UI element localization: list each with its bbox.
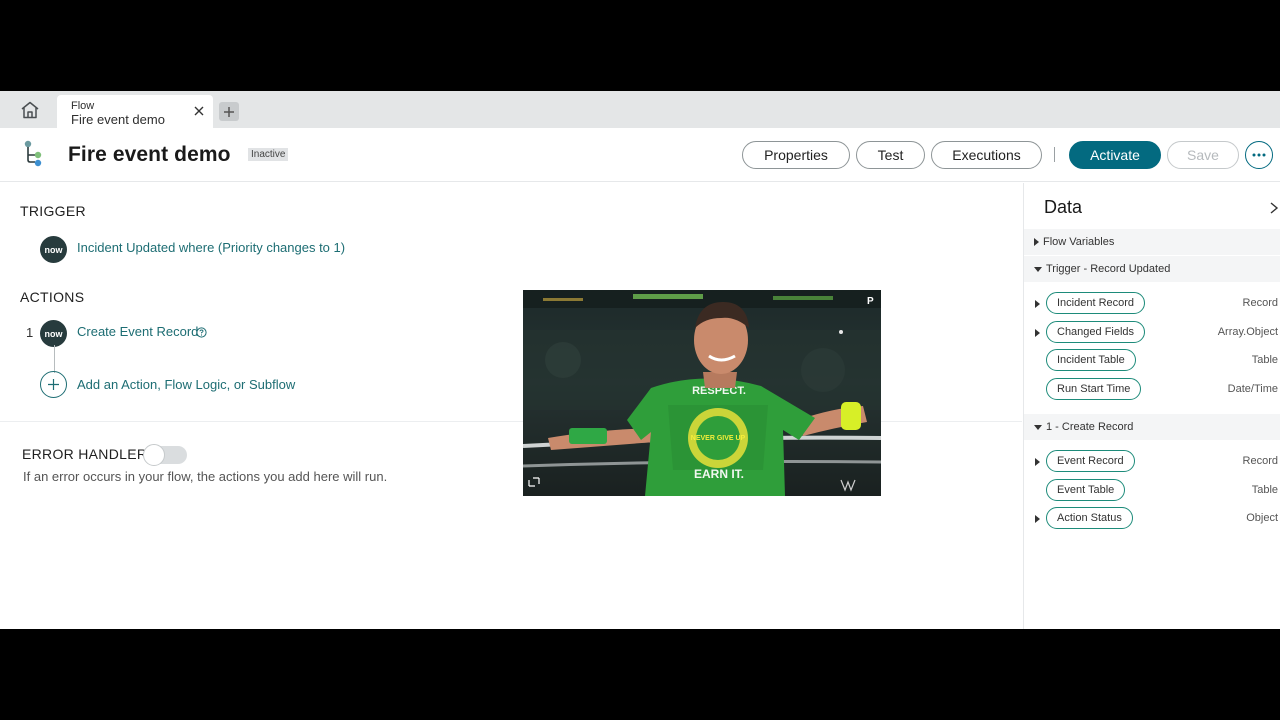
data-type-label: Table	[1251, 484, 1278, 496]
save-button[interactable]: Save	[1167, 141, 1239, 169]
data-panel: Data Flow Variables Trigger - Record Upd…	[1023, 183, 1280, 629]
tab-type-label: Flow	[71, 100, 95, 112]
data-group-label: Flow Variables	[1043, 236, 1115, 248]
data-type-label: Date/Time	[1227, 383, 1278, 395]
data-group-label: Trigger - Record Updated	[1046, 263, 1171, 275]
trigger-section-label: TRIGGER	[20, 203, 86, 219]
shirt-text-mid: NEVER GIVE UP	[691, 435, 746, 442]
data-pill-incident-record[interactable]: Incident Record	[1046, 292, 1146, 314]
data-group-trigger[interactable]: Trigger - Record Updated	[1024, 256, 1280, 282]
data-group-label: 1 - Create Record	[1046, 421, 1134, 433]
tab-fire-event-demo[interactable]: Flow Fire event demo	[57, 95, 213, 129]
flow-connector	[54, 345, 55, 373]
new-tab-button[interactable]	[219, 102, 239, 121]
header-divider	[1054, 147, 1055, 162]
tab-name-label: Fire event demo	[71, 112, 165, 127]
add-action-link[interactable]: Add an Action, Flow Logic, or Subflow	[77, 377, 295, 392]
error-handler-label: ERROR HANDLER	[22, 446, 148, 462]
flow-designer-app: Flow Fire event demo Fire event demo Ina…	[0, 91, 1280, 629]
data-pill-incident-table[interactable]: Incident Table	[1046, 349, 1136, 371]
page-title: Fire event demo	[68, 143, 231, 166]
data-pill-event-table[interactable]: Event Table	[1046, 479, 1126, 501]
data-pill-run-start-time[interactable]: Run Start Time	[1046, 378, 1142, 400]
action-step-number: 1	[26, 325, 34, 340]
svg-text:P: P	[867, 296, 874, 307]
data-pill-action-status[interactable]: Action Status	[1046, 507, 1133, 529]
data-type-label: Table	[1251, 354, 1278, 366]
data-type-label: Array.Object	[1217, 326, 1278, 338]
plus-icon	[48, 379, 59, 390]
video-frame: RESPECT. NEVER GIVE UP EARN IT. P	[523, 290, 881, 496]
caret-right-icon[interactable]	[1035, 458, 1040, 466]
data-group-create-record[interactable]: 1 - Create Record	[1024, 414, 1280, 440]
data-item-row: Incident Table Table	[1024, 349, 1280, 373]
data-pill-changed-fields[interactable]: Changed Fields	[1046, 321, 1146, 343]
more-icon	[1252, 153, 1266, 157]
plus-icon	[224, 106, 234, 117]
close-icon[interactable]	[193, 105, 205, 117]
add-action-button[interactable]	[40, 371, 67, 398]
caret-right-icon[interactable]	[1035, 515, 1040, 523]
data-group-flow-variables[interactable]: Flow Variables	[1024, 229, 1280, 255]
data-item-row: Incident Record Record	[1024, 292, 1280, 316]
data-type-label: Record	[1242, 297, 1278, 309]
caret-right-icon[interactable]	[1035, 300, 1040, 308]
action-create-event-record[interactable]: Create Event Record	[77, 324, 198, 339]
flow-header: Fire event demo Inactive Properties Test…	[0, 128, 1280, 182]
data-item-row: Event Table Table	[1024, 479, 1280, 503]
now-badge-icon: now	[40, 236, 67, 263]
data-item-row: Event Record Record	[1024, 450, 1280, 474]
more-options-button[interactable]	[1245, 141, 1273, 169]
data-item-row: Changed Fields Array.Object	[1024, 321, 1280, 345]
data-type-label: Object	[1246, 512, 1278, 524]
home-icon	[21, 101, 39, 119]
caret-down-icon	[1034, 424, 1042, 430]
status-badge: Inactive	[248, 148, 289, 161]
home-button[interactable]	[10, 97, 50, 123]
toggle-knob	[143, 444, 165, 466]
caret-down-icon	[1034, 266, 1042, 272]
data-panel-title: Data	[1044, 197, 1083, 217]
trigger-link[interactable]: Incident Updated where (Priority changes…	[77, 240, 345, 255]
caret-right-icon	[1034, 238, 1039, 246]
now-badge-icon: now	[40, 320, 67, 347]
caret-right-icon[interactable]	[1035, 329, 1040, 337]
data-type-label: Record	[1242, 455, 1278, 467]
video-overlay[interactable]: RESPECT. NEVER GIVE UP EARN IT. P	[523, 290, 881, 496]
error-handler-toggle[interactable]	[143, 444, 187, 466]
tab-bar: Flow Fire event demo	[0, 91, 1280, 129]
flow-icon	[24, 140, 42, 167]
properties-button[interactable]: Properties	[742, 141, 850, 169]
activate-button[interactable]: Activate	[1069, 141, 1161, 169]
shirt-text-bottom: EARN IT.	[694, 467, 744, 481]
chevron-right-icon[interactable]	[1268, 201, 1280, 215]
test-button[interactable]: Test	[856, 141, 925, 169]
actions-section-label: ACTIONS	[20, 289, 85, 305]
data-pill-event-record[interactable]: Event Record	[1046, 450, 1135, 472]
data-item-row: Action Status Object	[1024, 507, 1280, 531]
error-handler-help: If an error occurs in your flow, the act…	[23, 469, 388, 484]
data-item-row: Run Start Time Date/Time	[1024, 378, 1280, 402]
executions-button[interactable]: Executions	[931, 141, 1042, 169]
help-icon[interactable]	[196, 327, 207, 338]
